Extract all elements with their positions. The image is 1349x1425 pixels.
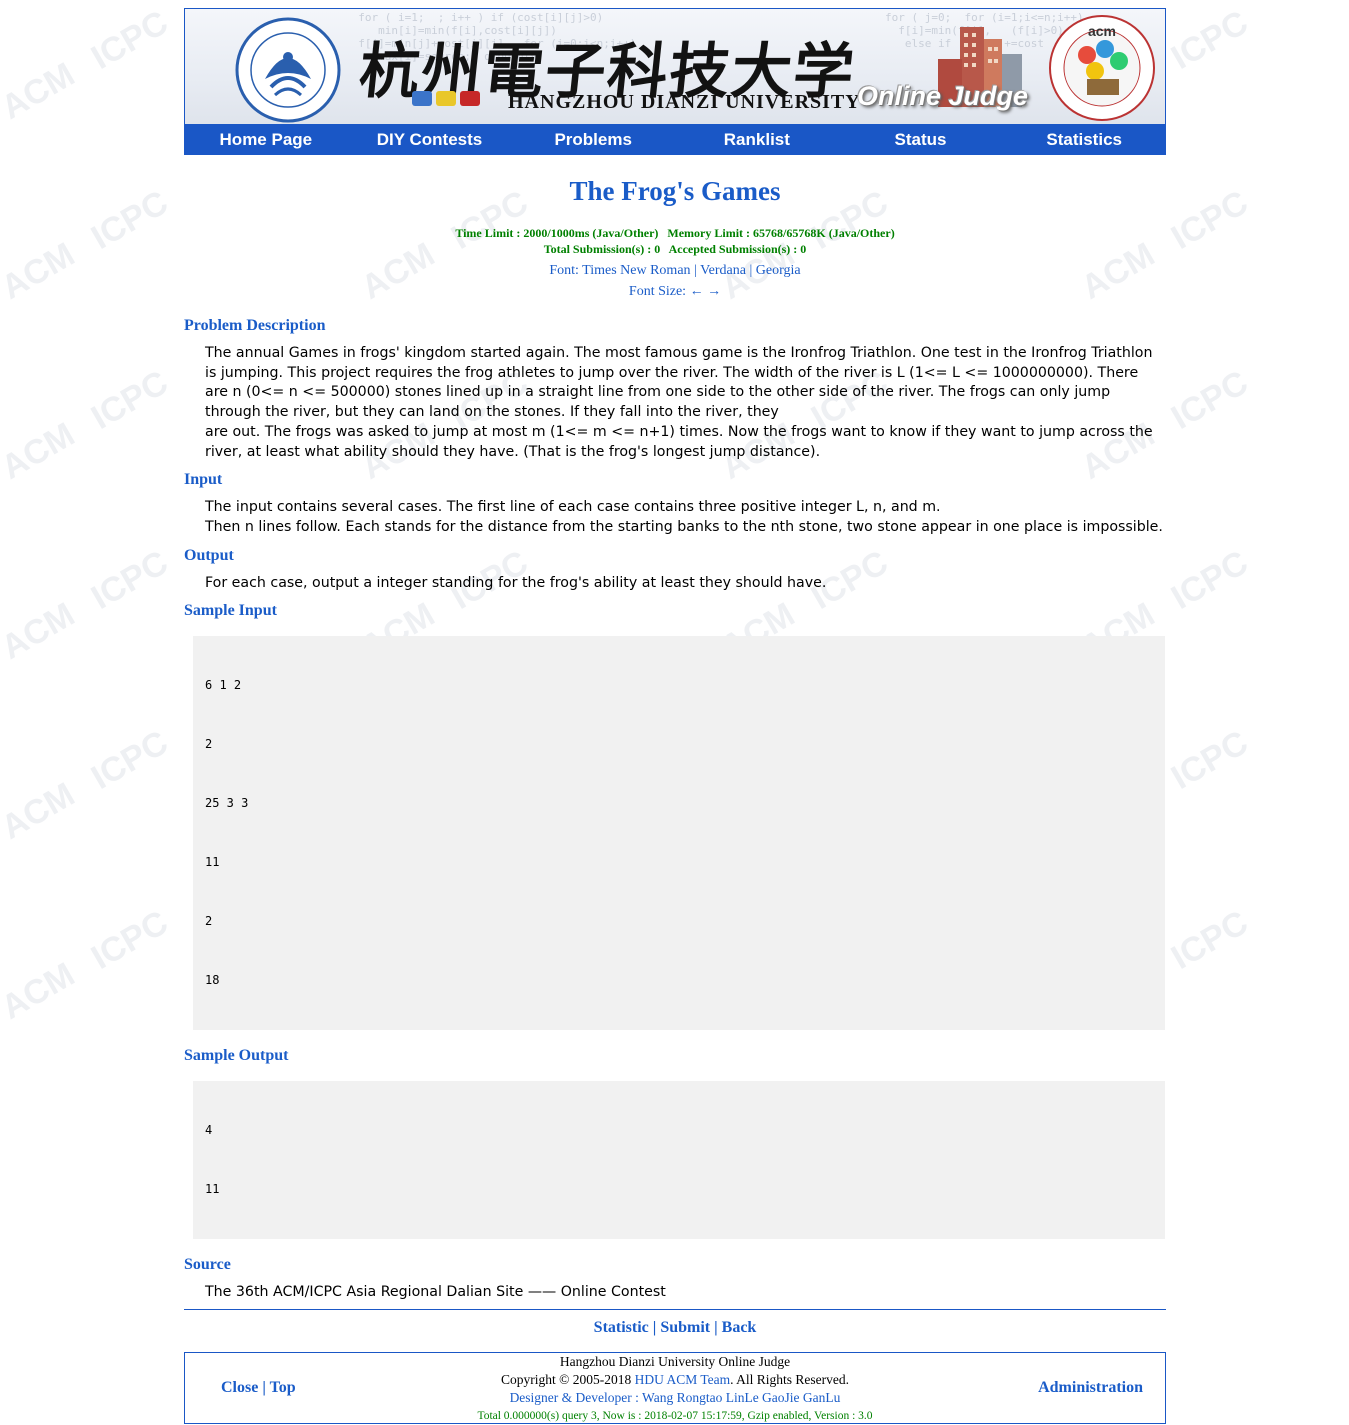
copyright-prefix: Copyright © 2005-2018: [500, 1371, 635, 1387]
section-input: Input The input contains several cases. …: [184, 470, 1166, 537]
input-text: The input contains several cases. The fi…: [184, 498, 1166, 537]
section-sample-output: Sample Output 4 11: [184, 1046, 1166, 1240]
section-heading: Sample Input: [184, 602, 277, 620]
output-text: For each case, output a integer standing…: [184, 574, 1166, 594]
site-banner: for ( i=1; ; i++ ) if (cost[i][j]>0) min…: [184, 8, 1166, 125]
code-line: 2: [205, 736, 213, 751]
submission-counts: Total Submission(s) : 0 Accepted Submiss…: [543, 242, 807, 256]
administration-link[interactable]: Administration: [1038, 1379, 1143, 1397]
text-line: through the river, but they can land on …: [205, 404, 779, 421]
nav-problems[interactable]: Problems: [511, 125, 675, 155]
section-heading: Input: [184, 471, 223, 489]
main-nav: Home Page DIY Contests Problems Ranklist…: [184, 125, 1166, 155]
code-line: 11: [205, 1181, 220, 1196]
acm-icpc-logo: acm: [1049, 15, 1155, 121]
page-container: for ( i=1; ; i++ ) if (cost[i][j]>0) min…: [184, 8, 1166, 1424]
code-line: 2: [205, 914, 213, 929]
statistic-link[interactable]: Statistic: [594, 1319, 649, 1336]
section-heading: Source: [184, 1256, 231, 1274]
text-line: For each case, output a integer standing…: [205, 574, 827, 591]
time-memory-limit: Time Limit : 2000/1000ms (Java/Other) Me…: [455, 226, 895, 240]
text-line: The input contains several cases. The fi…: [205, 499, 941, 516]
back-link[interactable]: Back: [722, 1319, 757, 1336]
online-judge-label: Online Judge: [857, 81, 1029, 111]
nav-home-page[interactable]: Home Page: [184, 125, 348, 155]
nav-diy-contests[interactable]: DIY Contests: [348, 125, 512, 155]
site-footer: Close | Top Hangzhou Dianzi University O…: [184, 1351, 1166, 1425]
university-english-name: HANGZHOU DIANZI UNIVERSITY: [508, 91, 861, 113]
code-line: 25 3 3: [205, 795, 249, 810]
nav-statistics[interactable]: Statistics: [1002, 125, 1166, 155]
footer-site-name: Hangzhou Dianzi University Online Judge: [559, 1353, 791, 1369]
text-line: river, at least what ability should they…: [205, 443, 821, 460]
code-line: 6 1 2: [205, 677, 242, 692]
problem-limits: Time Limit : 2000/1000ms (Java/Other) Me…: [184, 225, 1166, 257]
text-line: is jumping. This project requires the fr…: [205, 364, 1139, 381]
code-line: 11: [205, 855, 220, 870]
footer-center: Hangzhou Dianzi University Online Judge …: [185, 1353, 1165, 1425]
divider: [184, 1308, 1166, 1310]
flag-icon: [436, 91, 456, 106]
sample-input-block: 6 1 2 2 25 3 3 11 2 18: [193, 636, 1165, 1031]
nav-ranklist[interactable]: Ranklist: [675, 125, 839, 155]
footer-designers: Designer & Developer : Wang Rongtao LinL…: [185, 1389, 1165, 1407]
footer-status: Total 0.000000(s) query 3, Now is : 2018…: [477, 1409, 873, 1422]
text-line: Then n lines follow. Each stands for the…: [205, 518, 1163, 535]
font-georgia[interactable]: Georgia: [756, 263, 801, 278]
description-text: The annual Games in frogs' kingdom start…: [184, 344, 1166, 462]
source-text: The 36th ACM/ICPC Asia Regional Dalian S…: [205, 1284, 666, 1301]
problem-title: The Frog's Games: [569, 176, 781, 206]
code-line: 18: [205, 973, 220, 988]
sample-output-block: 4 11: [193, 1081, 1165, 1240]
font-selector: Font: Times New Roman | Verdana | Georgi…: [549, 263, 801, 299]
banner-flags: [412, 91, 480, 106]
hdu-acm-team-link[interactable]: HDU ACM Team: [635, 1372, 731, 1387]
section-description: Problem Description The annual Games in …: [184, 316, 1166, 462]
text-line: are out. The frogs was asked to jump at …: [205, 423, 1153, 440]
font-size-arrows[interactable]: ← →: [690, 284, 722, 299]
flag-icon: [412, 91, 432, 106]
hdu-logo: [235, 17, 341, 123]
font-label: Font:: [549, 263, 583, 278]
section-sample-input: Sample Input 6 1 2 2 25 3 3 11 2 18: [184, 601, 1166, 1031]
section-heading: Sample Output: [184, 1047, 289, 1065]
font-verdana[interactable]: Verdana: [700, 263, 746, 278]
section-source: Source The 36th ACM/ICPC Asia Regional D…: [184, 1255, 1166, 1303]
acm-logo-label: acm: [1088, 23, 1116, 39]
section-output: Output For each case, output a integer s…: [184, 546, 1166, 594]
submit-link[interactable]: Submit: [660, 1319, 710, 1336]
designer-sep: :: [631, 1389, 643, 1405]
footer-copyright: Copyright © 2005-2018 HDU ACM Team. All …: [185, 1371, 1165, 1389]
copyright-suffix: . All Rights Reserved.: [730, 1371, 850, 1387]
nav-status[interactable]: Status: [839, 125, 1003, 155]
designer-link[interactable]: Designer & Developer: [510, 1390, 632, 1405]
problem-action-links: Statistic | Submit | Back: [593, 1318, 757, 1336]
text-line: The annual Games in frogs' kingdom start…: [205, 345, 1153, 361]
section-heading: Output: [184, 546, 234, 564]
code-line: 4: [205, 1122, 213, 1137]
section-heading: Problem Description: [184, 317, 326, 334]
text-line: are n (0<= n <= 500000) stones lined up …: [205, 384, 1111, 401]
font-size-label: Font Size:: [628, 284, 690, 299]
font-times-new-roman[interactable]: Times New Roman: [582, 263, 690, 278]
designer-names: Wang Rongtao LinLe GaoJie GanLu: [642, 1389, 841, 1405]
flag-icon: [460, 91, 480, 106]
